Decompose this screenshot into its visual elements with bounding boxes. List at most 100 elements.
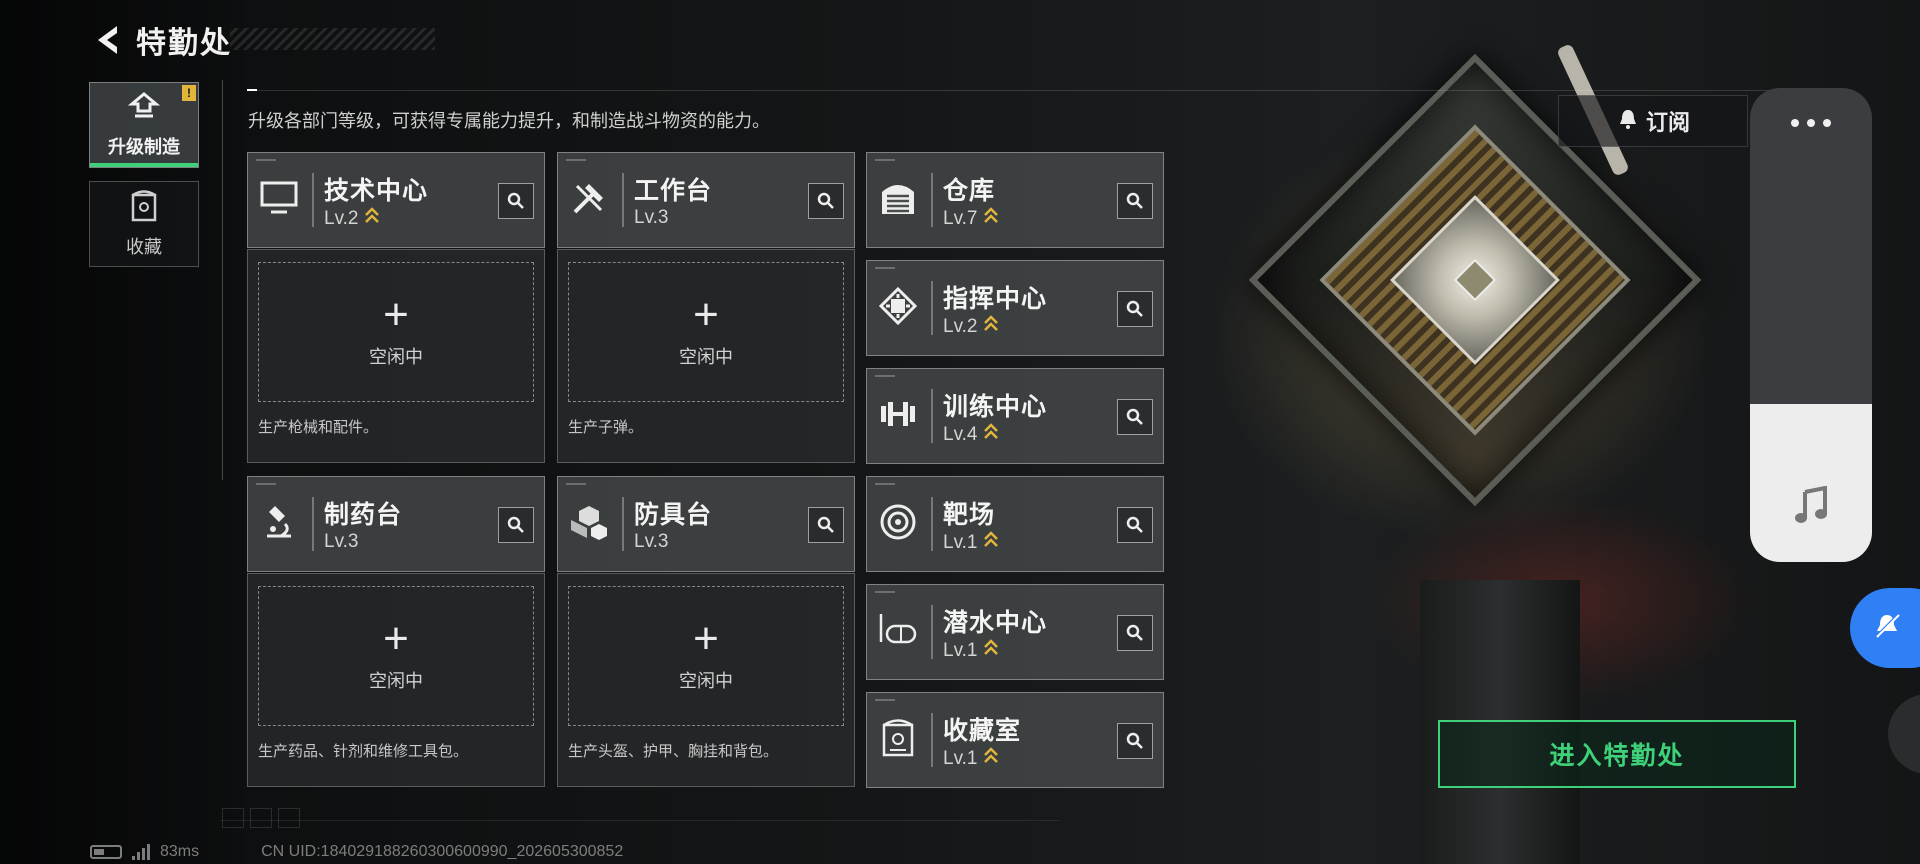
- facility-name: 仓库: [943, 177, 996, 205]
- battery-icon: [90, 845, 122, 859]
- search-button[interactable]: [1117, 615, 1153, 651]
- target-icon: [877, 501, 919, 543]
- search-icon: [817, 516, 834, 533]
- facility-name: 工作台: [634, 177, 713, 205]
- facility-card-pharmacy[interactable]: 制药台 Lv.3: [247, 476, 545, 572]
- enter-special-ops-button[interactable]: 进入特勤处: [1438, 720, 1796, 788]
- dumbbell-icon: [877, 393, 919, 435]
- production-panel-pharmacy: + 空闲中 生产药品、针剂和维修工具包。: [247, 573, 545, 787]
- search-button[interactable]: [498, 183, 534, 219]
- collection-icon: [130, 189, 158, 227]
- facility-level: Lv.1: [943, 640, 978, 661]
- search-button[interactable]: [808, 183, 844, 219]
- upgrade-chevron-icon: [983, 315, 998, 339]
- trophy-case-icon: [877, 717, 919, 759]
- idle-status: 空闲中: [679, 671, 733, 691]
- facility-card-command-center[interactable]: 指挥中心 Lv.2: [866, 260, 1164, 356]
- search-icon: [1126, 408, 1143, 425]
- search-icon: [507, 192, 524, 209]
- idle-production-slot[interactable]: + 空闲中: [258, 262, 534, 402]
- facility-name: 潜水中心: [943, 609, 1048, 637]
- facility-level: Lv.3: [634, 531, 669, 552]
- facility-level: Lv.3: [324, 531, 359, 552]
- idle-production-slot[interactable]: + 空闲中: [568, 262, 844, 402]
- facility-level: Lv.2: [324, 208, 359, 229]
- idle-status: 空闲中: [369, 347, 423, 367]
- divider: [247, 90, 1777, 91]
- idle-production-slot[interactable]: + 空闲中: [568, 586, 844, 726]
- facility-card-warehouse[interactable]: 仓库 Lv.7: [866, 152, 1164, 248]
- user-uid: CN UID:1840291882603006009​90_2026053008…: [261, 843, 624, 860]
- facility-card-shooting-range[interactable]: 靶场 Lv.1: [866, 476, 1164, 572]
- monitor-icon: [258, 177, 300, 219]
- ping-value: 83ms: [160, 843, 200, 860]
- enter-button-label: 进入特勤处: [1549, 742, 1685, 770]
- facility-level: Lv.1: [943, 532, 978, 553]
- title-decoration: [230, 28, 435, 50]
- subscribe-button[interactable]: 订阅: [1558, 95, 1748, 147]
- facility-name: 技术中心: [324, 177, 429, 205]
- search-icon: [1126, 192, 1143, 209]
- search-icon: [1126, 624, 1143, 641]
- plus-icon: +: [383, 290, 409, 339]
- search-button[interactable]: [1117, 291, 1153, 327]
- upgrade-icon: [127, 91, 161, 127]
- facility-name: 训练中心: [943, 393, 1048, 421]
- upgrade-chevron-icon: [983, 747, 998, 771]
- plus-icon: +: [693, 290, 719, 339]
- notification-badge: !: [182, 85, 196, 101]
- warehouse-icon: [877, 177, 919, 219]
- page-title: 特勤处: [136, 27, 232, 60]
- idle-status: 空闲中: [369, 671, 423, 691]
- search-icon: [1126, 300, 1143, 317]
- floating-assist-button[interactable]: [1850, 588, 1920, 668]
- tab-collection[interactable]: 收藏: [89, 181, 199, 267]
- diving-mask-icon: [877, 609, 919, 651]
- facility-card-diving-center[interactable]: 潜水中心 Lv.1: [866, 584, 1164, 680]
- facility-card-workbench[interactable]: 工作台 Lv.3: [557, 152, 855, 248]
- facility-level: Lv.4: [943, 424, 978, 445]
- search-button[interactable]: [1117, 723, 1153, 759]
- plus-icon: +: [383, 614, 409, 663]
- search-button[interactable]: [1117, 507, 1153, 543]
- search-button[interactable]: [808, 507, 844, 543]
- divider: [220, 820, 1060, 821]
- facility-card-armor-bench[interactable]: 防具台 Lv.3: [557, 476, 855, 572]
- subscribe-label: 订阅: [1645, 110, 1690, 135]
- signal-icon: [132, 844, 150, 860]
- decorative-squares: [222, 808, 300, 828]
- production-description: 生产药品、针剂和维修工具包。: [258, 743, 469, 760]
- facility-card-tech-center[interactable]: 技术中心 Lv.2: [247, 152, 545, 248]
- production-description: 生产头盔、护甲、胸挂和背包。: [568, 743, 779, 760]
- tab-label: 收藏: [126, 236, 162, 257]
- back-arrow-icon[interactable]: [90, 22, 126, 58]
- production-description: 生产枪械和配件。: [258, 419, 379, 436]
- status-footer: 83ms CN UID:1840291882603006009​90_20260…: [90, 842, 623, 862]
- production-panel-tech-center: + 空闲中 生产枪械和配件。: [247, 249, 545, 463]
- facility-name: 靶场: [943, 501, 996, 529]
- search-icon: [1126, 516, 1143, 533]
- facility-level: Lv.3: [634, 207, 669, 228]
- search-button[interactable]: [1117, 399, 1153, 435]
- facility-card-training-center[interactable]: 训练中心 Lv.4: [866, 368, 1164, 464]
- upgrade-chevron-icon: [983, 639, 998, 663]
- tab-label: 升级制造: [108, 136, 180, 157]
- idle-production-slot[interactable]: + 空闲中: [258, 586, 534, 726]
- facility-name: 指挥中心: [943, 285, 1048, 313]
- search-icon: [817, 192, 834, 209]
- chip-icon: [877, 285, 919, 327]
- production-description: 生产子弹。: [568, 419, 644, 436]
- facility-name: 防具台: [634, 501, 713, 529]
- facility-card-collection-room[interactable]: 收藏室 Lv.1: [866, 692, 1164, 788]
- tab-upgrade-craft[interactable]: ! 升级制造: [89, 82, 199, 168]
- facility-level: Lv.1: [943, 748, 978, 769]
- plus-icon: +: [693, 614, 719, 663]
- floating-side-panel[interactable]: [1750, 88, 1872, 562]
- search-button[interactable]: [498, 507, 534, 543]
- search-icon: [507, 516, 524, 533]
- facility-name: 制药台: [324, 501, 403, 529]
- search-button[interactable]: [1117, 183, 1153, 219]
- facility-name: 收藏室: [943, 717, 1022, 745]
- more-dots-icon[interactable]: [1750, 116, 1872, 134]
- music-note-icon[interactable]: [1750, 486, 1872, 526]
